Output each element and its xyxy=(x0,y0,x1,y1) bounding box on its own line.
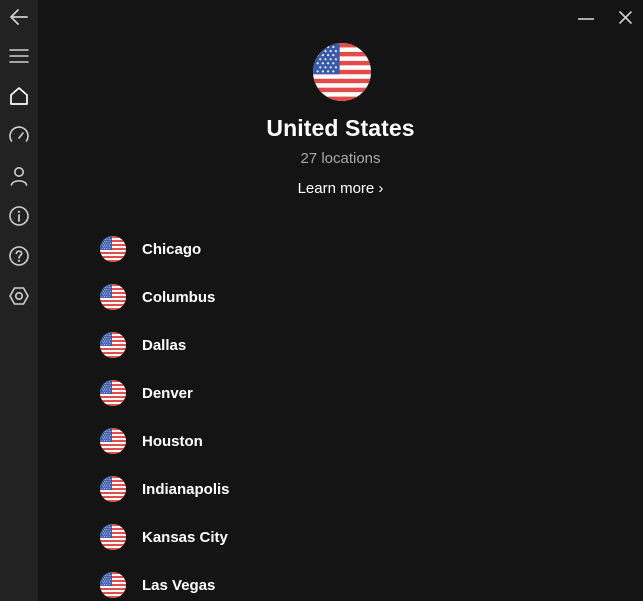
sidebar-item-info[interactable] xyxy=(0,196,38,236)
minimize-icon xyxy=(578,18,594,20)
city-name: Denver xyxy=(142,384,193,402)
sidebar-item-home[interactable] xyxy=(0,76,38,116)
us-flag-icon xyxy=(100,236,126,262)
menu-button[interactable] xyxy=(0,36,38,76)
back-arrow-icon xyxy=(10,9,28,25)
city-item-indianapolis[interactable]: Indianapolis xyxy=(100,465,600,513)
speed-test-icon xyxy=(9,126,29,142)
sidebar-item-account[interactable] xyxy=(0,156,38,196)
learn-more-link[interactable]: Learn more › xyxy=(298,180,384,197)
city-item-chicago[interactable]: Chicago xyxy=(100,225,600,273)
city-name: Indianapolis xyxy=(142,480,230,498)
city-item-houston[interactable]: Houston xyxy=(100,417,600,465)
city-name: Las Vegas xyxy=(142,576,216,594)
close-button[interactable] xyxy=(612,2,640,30)
home-icon xyxy=(10,87,28,105)
minimize-button[interactable] xyxy=(572,2,600,30)
info-icon xyxy=(9,206,29,226)
close-icon xyxy=(619,11,632,24)
us-flag-icon xyxy=(100,380,126,406)
us-flag-icon xyxy=(313,43,371,101)
back-button[interactable] xyxy=(0,0,38,37)
sidebar xyxy=(0,0,38,601)
app-window: United States 27 locations Learn more › … xyxy=(0,0,643,601)
us-flag-icon xyxy=(100,332,126,358)
us-flag-icon xyxy=(100,476,126,502)
us-flag-icon xyxy=(100,284,126,310)
us-flag-icon xyxy=(100,572,126,598)
city-item-columbus[interactable]: Columbus xyxy=(100,273,600,321)
city-list: Chicago Columbus Dallas Denver Houston I… xyxy=(100,225,600,601)
account-icon xyxy=(10,167,28,186)
city-item-las-vegas[interactable]: Las Vegas xyxy=(100,561,600,601)
locations-count: 27 locations xyxy=(300,150,381,167)
city-item-kansas-city[interactable]: Kansas City xyxy=(100,513,600,561)
help-icon xyxy=(9,246,29,266)
city-name: Houston xyxy=(142,432,203,450)
learn-more-link-wrapper: Learn more › xyxy=(38,180,643,197)
city-name: Kansas City xyxy=(142,528,228,546)
city-name: Dallas xyxy=(142,336,187,354)
sidebar-item-help[interactable] xyxy=(0,236,38,276)
settings-icon xyxy=(9,287,29,305)
menu-icon xyxy=(9,49,29,63)
city-item-dallas[interactable]: Dallas xyxy=(100,321,600,369)
city-name: Columbus xyxy=(142,288,216,306)
city-name: Chicago xyxy=(142,240,202,258)
us-flag-icon xyxy=(100,524,126,550)
sidebar-item-speed-test[interactable] xyxy=(0,116,38,156)
sidebar-item-settings[interactable] xyxy=(0,276,38,316)
country-title: United States xyxy=(266,115,415,141)
main-panel: United States 27 locations Learn more › … xyxy=(38,0,643,601)
us-flag-icon xyxy=(100,428,126,454)
city-item-denver[interactable]: Denver xyxy=(100,369,600,417)
